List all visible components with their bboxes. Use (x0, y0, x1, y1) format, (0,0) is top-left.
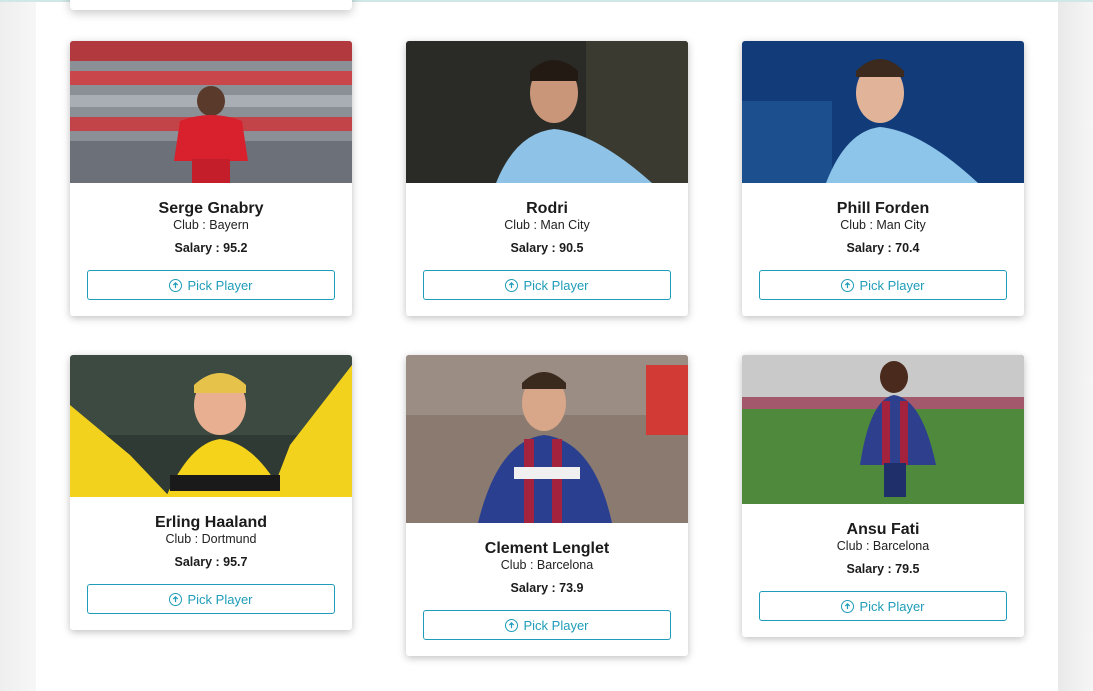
pick-player-label: Pick Player (859, 277, 925, 293)
arrow-up-circle-icon (841, 278, 855, 292)
page-gutter-left (0, 0, 36, 691)
arrow-up-circle-icon (169, 278, 183, 292)
player-club: Club : Barcelona (836, 539, 930, 553)
player-card: Clement Lenglet Club : Barcelona Salary … (406, 355, 688, 656)
player-card: Ansu Fati Club : Barcelona Salary : 79.5… (742, 355, 1024, 637)
player-card: Phill Forden Club : Man City Salary : 70… (742, 41, 1024, 316)
player-salary: Salary : 73.9 (510, 581, 584, 595)
player-name: Phill Forden (836, 200, 930, 217)
player-salary: Salary : 95.7 (174, 555, 248, 569)
player-photo (406, 41, 688, 183)
player-photo (742, 41, 1024, 183)
player-name: Clement Lenglet (484, 540, 610, 557)
arrow-up-circle-icon (169, 592, 183, 606)
player-photo (70, 355, 352, 497)
arrow-up-circle-icon (841, 599, 855, 613)
player-card: Serge Gnabry Club : Bayern Salary : 95.2… (70, 41, 352, 316)
pick-player-button[interactable]: Pick Player (423, 610, 671, 640)
pick-player-label: Pick Player (523, 617, 589, 633)
player-photo (742, 355, 1024, 504)
player-salary: Salary : 90.5 (510, 241, 584, 255)
player-salary: Salary : 70.4 (846, 241, 920, 255)
pick-player-button[interactable]: Pick Player (423, 270, 671, 300)
player-salary: Salary : 79.5 (846, 562, 920, 576)
pick-player-button[interactable]: Pick Player (759, 591, 1007, 621)
player-club: Club : Man City (840, 218, 926, 232)
pick-player-button[interactable]: Pick Player (87, 270, 335, 300)
pick-player-button[interactable]: Pick Player (759, 270, 1007, 300)
pick-player-label: Pick Player (187, 591, 253, 607)
player-salary: Salary : 95.2 (174, 241, 248, 255)
player-name: Serge Gnabry (158, 200, 264, 217)
player-name: Ansu Fati (846, 521, 920, 538)
pick-player-label: Pick Player (859, 598, 925, 614)
player-club: Club : Barcelona (500, 558, 594, 572)
player-club: Club : Man City (504, 218, 590, 232)
pick-player-label: Pick Player (523, 277, 589, 293)
pick-player-label: Pick Player (187, 277, 253, 293)
player-name: Erling Haaland (154, 514, 268, 531)
player-card: Rodri Club : Man City Salary : 90.5 Pick… (406, 41, 688, 316)
player-club: Club : Dortmund (165, 532, 257, 546)
player-club: Club : Bayern (173, 218, 249, 232)
player-name: Rodri (526, 200, 568, 217)
pick-player-button[interactable]: Pick Player (87, 584, 335, 614)
player-card: Erling Haaland Club : Dortmund Salary : … (70, 355, 352, 630)
player-photo (406, 355, 688, 523)
player-photo (70, 41, 352, 183)
arrow-up-circle-icon (505, 278, 519, 292)
previous-card-fragment (70, 0, 352, 10)
page-gutter-right (1058, 0, 1093, 691)
arrow-up-circle-icon (505, 618, 519, 632)
